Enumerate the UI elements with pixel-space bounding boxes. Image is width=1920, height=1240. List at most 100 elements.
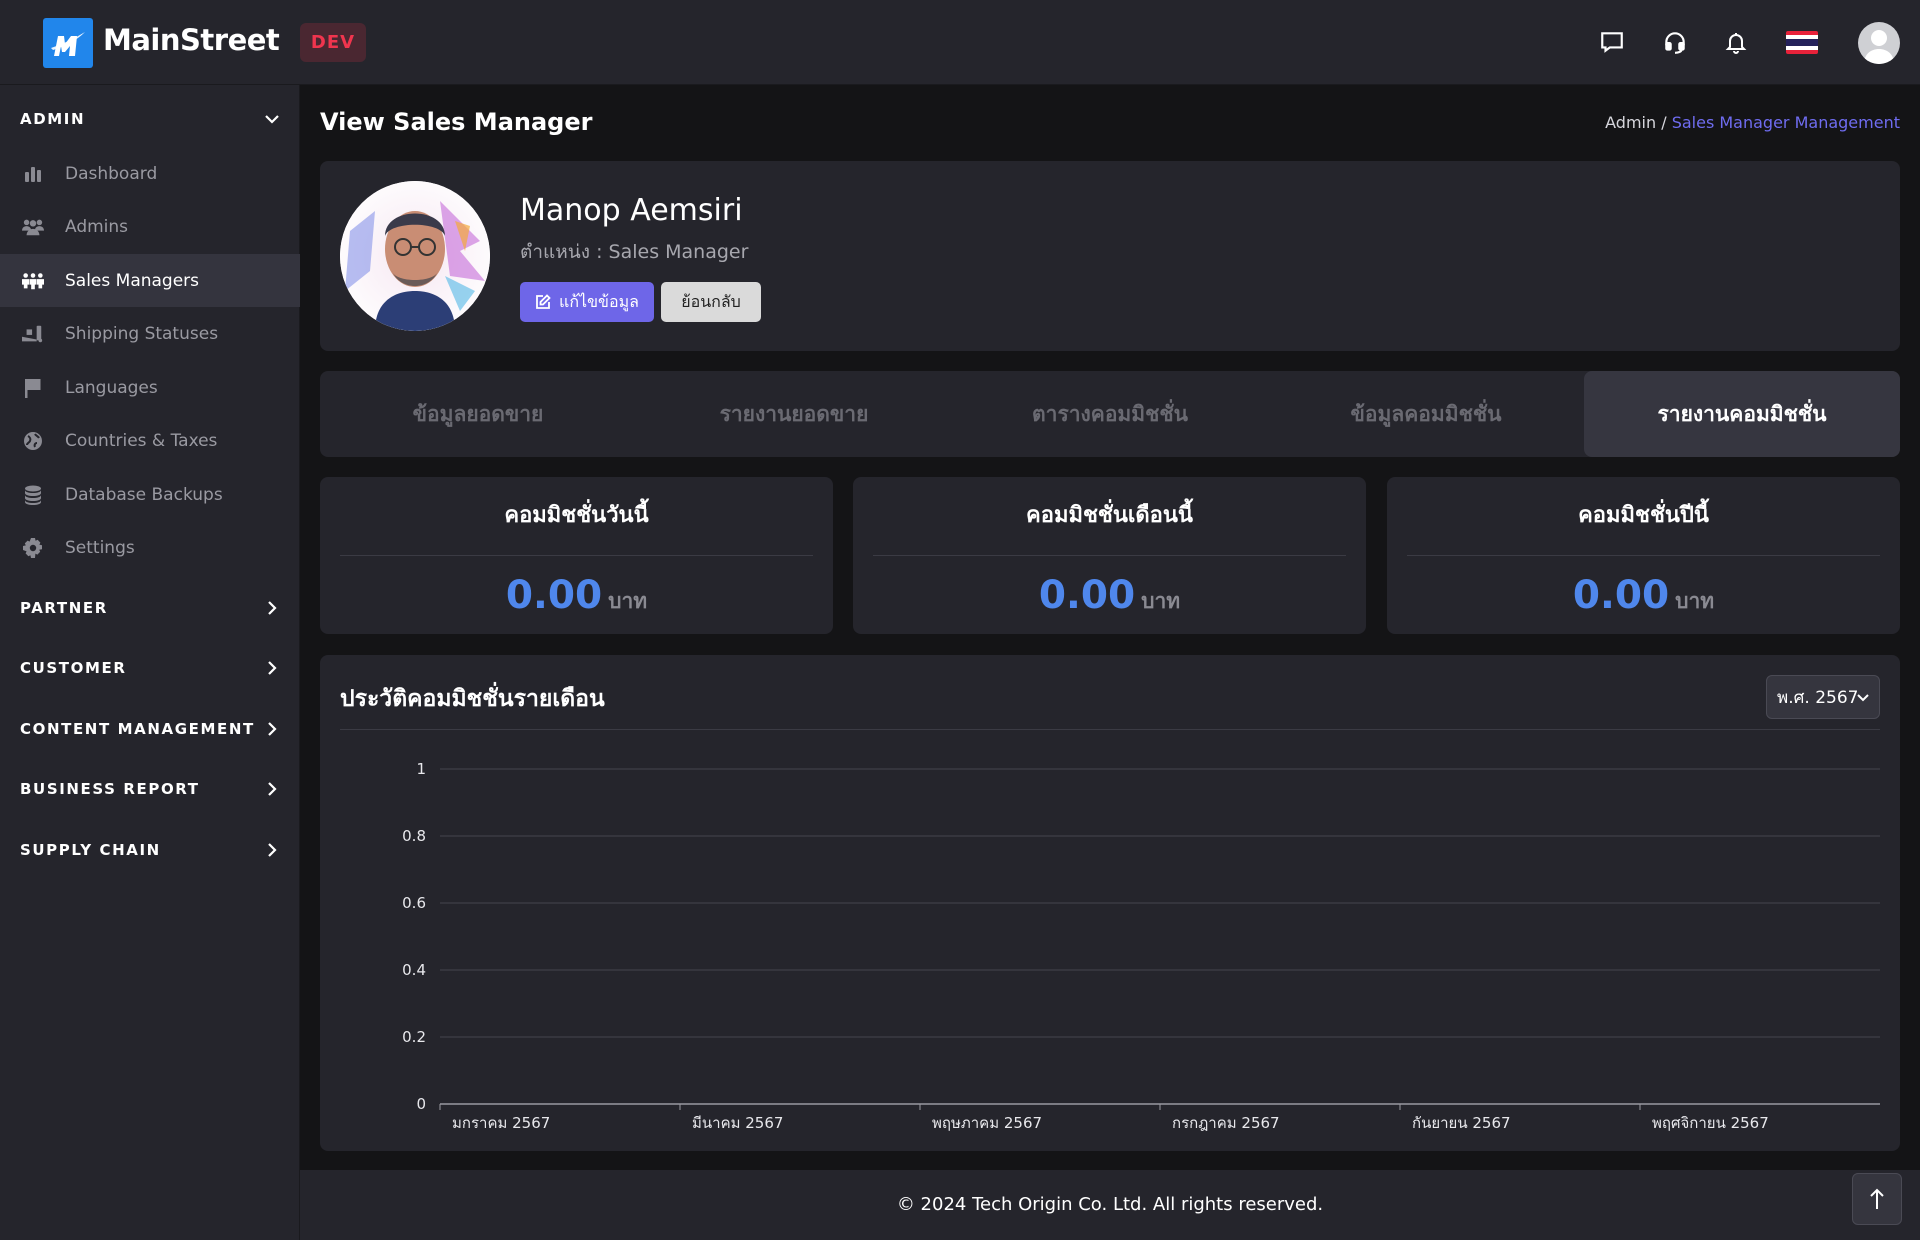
tab-sales-info[interactable]: ข้อมูลยอดขาย [320,371,636,457]
headset-icon[interactable] [1659,26,1691,58]
section-label: ADMIN [20,110,86,128]
sidebar-item-label: Dashboard [65,163,158,184]
x-tick-label: กรกฎาคม 2567 [1172,1114,1280,1132]
stat-card-month: คอมมิชชั่นเดือนนี้ 0.00 บาท [853,477,1366,634]
arrow-up-icon [1870,1188,1884,1209]
sidebar-section-supply-chain[interactable]: SUPPLY CHAIN [0,830,300,870]
stat-title: คอมมิชชั่นปีนี้ [1578,503,1709,528]
breadcrumb-separator: / [1656,113,1672,132]
sidebar-item-label: Languages [65,377,158,398]
section-label: SUPPLY CHAIN [20,841,161,859]
section-label: CUSTOMER [20,659,127,677]
edit-button[interactable]: แก้ไขข้อมูล [520,282,654,322]
commission-chart: 0 0.2 0.4 0.6 0.8 1 มกราคม 2567 มีนาคม 2567 พฤษภ… [402,760,1880,1132]
chevron-right-icon [268,722,277,736]
sidebar-item-countries-taxes[interactable]: Countries & Taxes [0,414,300,467]
page-title: View Sales Manager [320,108,593,136]
stat-unit: บาท [608,589,648,613]
scroll-to-top-button[interactable] [1852,1173,1902,1225]
chevron-right-icon [268,843,277,857]
chevron-right-icon [268,782,277,796]
x-tick-label: พฤษภาคม 2567 [932,1114,1042,1132]
sidebar-item-languages[interactable]: Languages [0,361,300,414]
bell-icon[interactable] [1720,26,1752,58]
profile-photo [340,181,490,331]
tab-sales-report[interactable]: รายงานยอดขาย [636,371,952,457]
stat-value: 0.00 บาท [320,573,833,618]
stat-number: 0.00 [1038,573,1136,618]
sidebar-section-admin[interactable]: ADMIN [0,99,300,139]
bar-chart-icon [22,163,44,185]
top-bar: MainStreet DEV [0,0,1920,85]
y-tick-label: 0.8 [402,827,426,845]
profile-name: Manop Aemsiri [520,193,743,228]
sidebar-item-sales-managers[interactable]: Sales Managers [0,254,300,307]
gear-icon [22,537,44,559]
app-name[interactable]: MainStreet [103,23,280,57]
sidebar-item-label: Sales Managers [65,270,200,291]
thai-flag-icon[interactable] [1786,31,1818,54]
sidebar: ADMIN Dashboard Admins Sales Managers Sh… [0,85,300,1240]
x-tick-label: มกราคม 2567 [452,1114,550,1132]
stat-number: 0.00 [505,573,603,618]
tab-bar: ข้อมูลยอดขาย รายงานยอดขาย ตารางคอมมิชชั่… [320,371,1900,457]
y-tick-label: 0.2 [402,1028,426,1046]
section-label: PARTNER [20,599,108,617]
breadcrumb-current[interactable]: Sales Manager Management [1672,113,1900,132]
section-label: BUSINESS REPORT [20,780,200,798]
sidebar-item-admins[interactable]: Admins [0,200,300,253]
sidebar-section-customer[interactable]: CUSTOMER [0,648,300,688]
env-badge: DEV [300,23,366,62]
divider [1407,555,1880,556]
stat-unit: บาท [1675,589,1715,613]
back-button[interactable]: ย้อนกลับ [661,282,761,322]
sidebar-item-label: Countries & Taxes [65,430,218,451]
sidebar-item-label: Settings [65,537,135,558]
chat-icon[interactable] [1596,26,1628,58]
tab-commission-report[interactable]: รายงานคอมมิชชั่น [1584,371,1900,457]
sidebar-item-dashboard[interactable]: Dashboard [0,147,300,200]
sidebar-item-shipping-statuses[interactable]: Shipping Statuses [0,307,300,360]
users-icon [22,216,44,238]
divider [340,555,813,556]
x-tick-label: กันยายน 2567 [1412,1114,1511,1132]
flag-icon [22,377,44,399]
sidebar-item-database-backups[interactable]: Database Backups [0,468,300,521]
x-tick-label: มีนาคม 2567 [692,1114,783,1132]
sidebar-section-content-management[interactable]: CONTENT MANAGEMENT [0,709,300,749]
sidebar-item-label: Shipping Statuses [65,323,219,344]
breadcrumb-root[interactable]: Admin [1605,113,1656,132]
breadcrumb: Admin / Sales Manager Management [1605,113,1900,132]
commission-history-card: ประวัติคอมมิชชั่นรายเดือน พ.ศ. 2567 0 0.2… [320,655,1900,1151]
user-avatar[interactable] [1858,22,1900,64]
copyright-text: © 2024 Tech Origin Co. Ltd. All rights r… [896,1194,1324,1215]
stat-title: คอมมิชชั่นวันนี้ [504,503,649,528]
stat-card-today: คอมมิชชั่นวันนี้ 0.00 บาท [320,477,833,634]
stat-value: 0.00 บาท [853,573,1366,618]
sidebar-item-settings[interactable]: Settings [0,521,300,574]
stat-title: คอมมิชชั่นเดือนนี้ [1026,503,1193,528]
sidebar-item-label: Admins [65,216,129,237]
edit-button-label: แก้ไขข้อมูล [559,293,639,311]
database-icon [22,484,44,506]
x-tick-label: พฤศจิกายน 2567 [1652,1114,1769,1132]
tab-commission-table[interactable]: ตารางคอมมิชชั่น [952,371,1268,457]
stat-unit: บาท [1141,589,1181,613]
section-label: CONTENT MANAGEMENT [20,720,255,738]
y-tick-label: 0 [416,1095,426,1113]
profile-card: Manop Aemsiri ตำแหน่ง : Sales Manager แก… [320,161,1900,351]
stat-value: 0.00 บาท [1387,573,1900,618]
y-tick-label: 1 [416,760,426,778]
globe-icon [22,430,44,452]
tab-commission-info[interactable]: ข้อมูลคอมมิชชั่น [1268,371,1584,457]
y-tick-label: 0.6 [402,894,426,912]
edit-icon [536,294,551,309]
sidebar-item-label: Database Backups [65,484,223,505]
chevron-down-icon [265,115,279,124]
truck-ramp-icon [22,323,44,345]
sidebar-section-business-report[interactable]: BUSINESS REPORT [0,769,300,809]
chevron-right-icon [268,601,277,615]
logo-icon[interactable] [43,18,93,68]
sidebar-section-partner[interactable]: PARTNER [0,588,300,628]
stat-card-year: คอมมิชชั่นปีนี้ 0.00 บาท [1387,477,1900,634]
